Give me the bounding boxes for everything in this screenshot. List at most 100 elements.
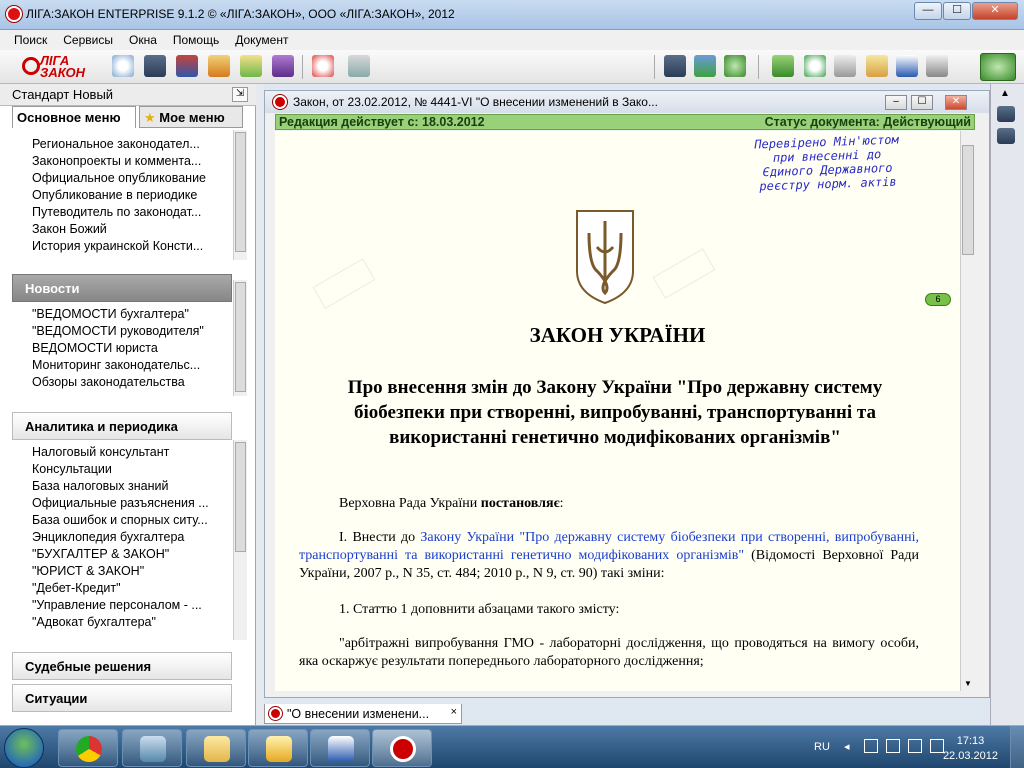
show-desktop-button[interactable] [1010, 726, 1024, 768]
list-item[interactable]: ВЕДОМОСТИ юриста [32, 340, 232, 357]
sidebar-splitter[interactable] [256, 84, 264, 725]
section-court-decisions[interactable]: Судебные решения [12, 652, 232, 680]
document-window: Закон, от 23.02.2012, № 4441-VI "О внесе… [264, 90, 990, 698]
paragraph: I. Внести до Закону України "Про державн… [299, 529, 919, 583]
list-item[interactable]: Официальное опубликование [32, 170, 232, 187]
bookmark-doc-icon[interactable] [866, 55, 888, 77]
taskbar-explorer[interactable] [186, 729, 246, 767]
navigate-icon[interactable] [694, 55, 716, 77]
list-item[interactable]: Консультации [32, 461, 232, 478]
stop-document-icon[interactable] [312, 55, 334, 77]
para-text: Верховна Рада України [339, 496, 481, 511]
list-item[interactable]: "БУХГАЛТЕР & ЗАКОН" [32, 546, 232, 563]
maximize-button[interactable]: ☐ [943, 2, 971, 20]
word-export-icon[interactable] [896, 55, 918, 77]
list-item[interactable]: "Управление персоналом - ... [32, 597, 232, 614]
liga-logo[interactable]: ЛІГА ЗАКОН [22, 53, 96, 80]
section-analytics[interactable]: Аналитика и периодика [12, 412, 232, 440]
doc-minimize-button[interactable]: – [885, 95, 907, 110]
minimize-button[interactable]: — [914, 2, 942, 20]
search-binoculars-2-icon[interactable] [997, 128, 1015, 144]
section-situations[interactable]: Ситуации [12, 684, 232, 712]
taskbar-outlook[interactable] [248, 729, 308, 767]
analytics-scrollbar[interactable] [233, 440, 247, 640]
menu-search[interactable]: Поиск [6, 30, 55, 50]
zoom-plus-minus-icon[interactable] [772, 55, 794, 77]
magnifier-icon[interactable] [112, 55, 134, 77]
clock[interactable]: 17:13 22.03.2012 [943, 734, 998, 764]
doc-maximize-button[interactable]: ☐ [911, 95, 933, 110]
note-add-icon[interactable] [240, 55, 262, 77]
list-item[interactable]: "ВЕДОМОСТИ руководителя" [32, 323, 232, 340]
top-list-scrollbar[interactable] [233, 130, 247, 260]
list-item[interactable]: База налоговых знаний [32, 478, 232, 495]
list-item[interactable]: База ошибок и спорных ситу... [32, 512, 232, 529]
doc-close-button[interactable]: ✕ [945, 95, 967, 110]
list-item[interactable]: "ВЕДОМОСТИ бухгалтера" [32, 306, 232, 323]
find-in-document-icon[interactable] [664, 55, 686, 77]
pin-icon[interactable]: ⇲ [232, 87, 248, 102]
list-item[interactable]: Опубликование в периодике [32, 187, 232, 204]
list-item[interactable]: Мониторинг законодательс... [32, 357, 232, 374]
liga-online-icon[interactable] [980, 53, 1016, 81]
list-item[interactable]: Региональное законодател... [32, 136, 232, 153]
exit-door-icon[interactable] [348, 55, 370, 77]
edition-statusbar: Редакция действует с: 18.03.2012 Статус … [275, 114, 975, 130]
app-icon[interactable] [6, 6, 22, 22]
list-item[interactable]: Обзоры законодательства [32, 374, 232, 391]
taskbar-network[interactable] [122, 729, 182, 767]
menu-help[interactable]: Помощь [165, 30, 227, 50]
news-list: "ВЕДОМОСТИ бухгалтера" "ВЕДОМОСТИ руково… [32, 306, 232, 391]
tray-flag-icon[interactable] [864, 739, 878, 753]
book-icon[interactable] [272, 55, 294, 77]
compare-icon[interactable] [834, 55, 856, 77]
tray-device-icon[interactable] [886, 739, 900, 753]
document-status: Статус документа: Действующий [764, 115, 971, 129]
list-item[interactable]: Налоговый консультант [32, 444, 232, 461]
clock-time: 17:13 [956, 735, 985, 747]
menu-document[interactable]: Документ [227, 30, 296, 50]
sidebar: Стандарт Новый ⇲ Основное меню ★ Мое мен… [0, 84, 256, 725]
panel-arrow-icon[interactable]: ▲ [1000, 88, 1010, 99]
list-item[interactable]: История украинской Консти... [32, 238, 232, 255]
list-item[interactable]: Официальные разъяснения ... [32, 495, 232, 512]
section-news[interactable]: Новости [12, 274, 232, 302]
list-item[interactable]: Закон Божий [32, 221, 232, 238]
start-button[interactable] [4, 728, 44, 768]
law-subtitle: Про внесення змін до Закону України "Про… [347, 377, 883, 448]
taskbar-chrome[interactable] [58, 729, 118, 767]
comments-badge[interactable]: 6 [925, 293, 951, 306]
scroll-down-icon[interactable]: ▼ [962, 679, 974, 691]
taskbar-word[interactable] [310, 729, 370, 767]
list-item[interactable]: "ЮРИСТ & ЗАКОН" [32, 563, 232, 580]
menu-services[interactable]: Сервисы [55, 30, 121, 50]
news-scrollbar[interactable] [233, 280, 247, 396]
list-item[interactable]: Путеводитель по законодат... [32, 204, 232, 221]
language-indicator[interactable]: RU [814, 741, 830, 753]
watermark [652, 248, 716, 299]
close-button[interactable]: ✕ [972, 2, 1018, 20]
open-document-tab[interactable]: "О внесении изменени... × [264, 704, 462, 724]
menu-windows[interactable]: Окна [121, 30, 165, 50]
tab-my-menu[interactable]: ★ Мое меню [139, 106, 243, 128]
list-item[interactable]: Энциклопедия бухгалтера [32, 529, 232, 546]
binoculars-icon[interactable] [144, 55, 166, 77]
tray-arrow-icon[interactable]: ◂ [844, 740, 850, 753]
search-binoculars-icon[interactable] [997, 106, 1015, 122]
list-item[interactable]: "Адвокат бухгалтера" [32, 614, 232, 631]
list-item[interactable]: "Дебет-Кредит" [32, 580, 232, 597]
books-icon[interactable] [176, 55, 198, 77]
document-scrollbar[interactable]: ▼ [960, 131, 975, 691]
refresh-icon[interactable] [804, 55, 826, 77]
tray-volume-icon[interactable] [930, 739, 944, 753]
folder-bookmark-icon[interactable] [208, 55, 230, 77]
scroll-thumb[interactable] [962, 145, 974, 255]
document-tab-close-icon[interactable]: × [451, 706, 457, 718]
tab-main-menu[interactable]: Основное меню [12, 106, 136, 128]
print-icon[interactable] [926, 55, 948, 77]
taskbar-liga[interactable] [372, 729, 432, 767]
tray-network-icon[interactable] [908, 739, 922, 753]
info-icon[interactable] [724, 55, 746, 77]
outlook-icon [266, 736, 292, 762]
list-item[interactable]: Законопроекты и коммента... [32, 153, 232, 170]
